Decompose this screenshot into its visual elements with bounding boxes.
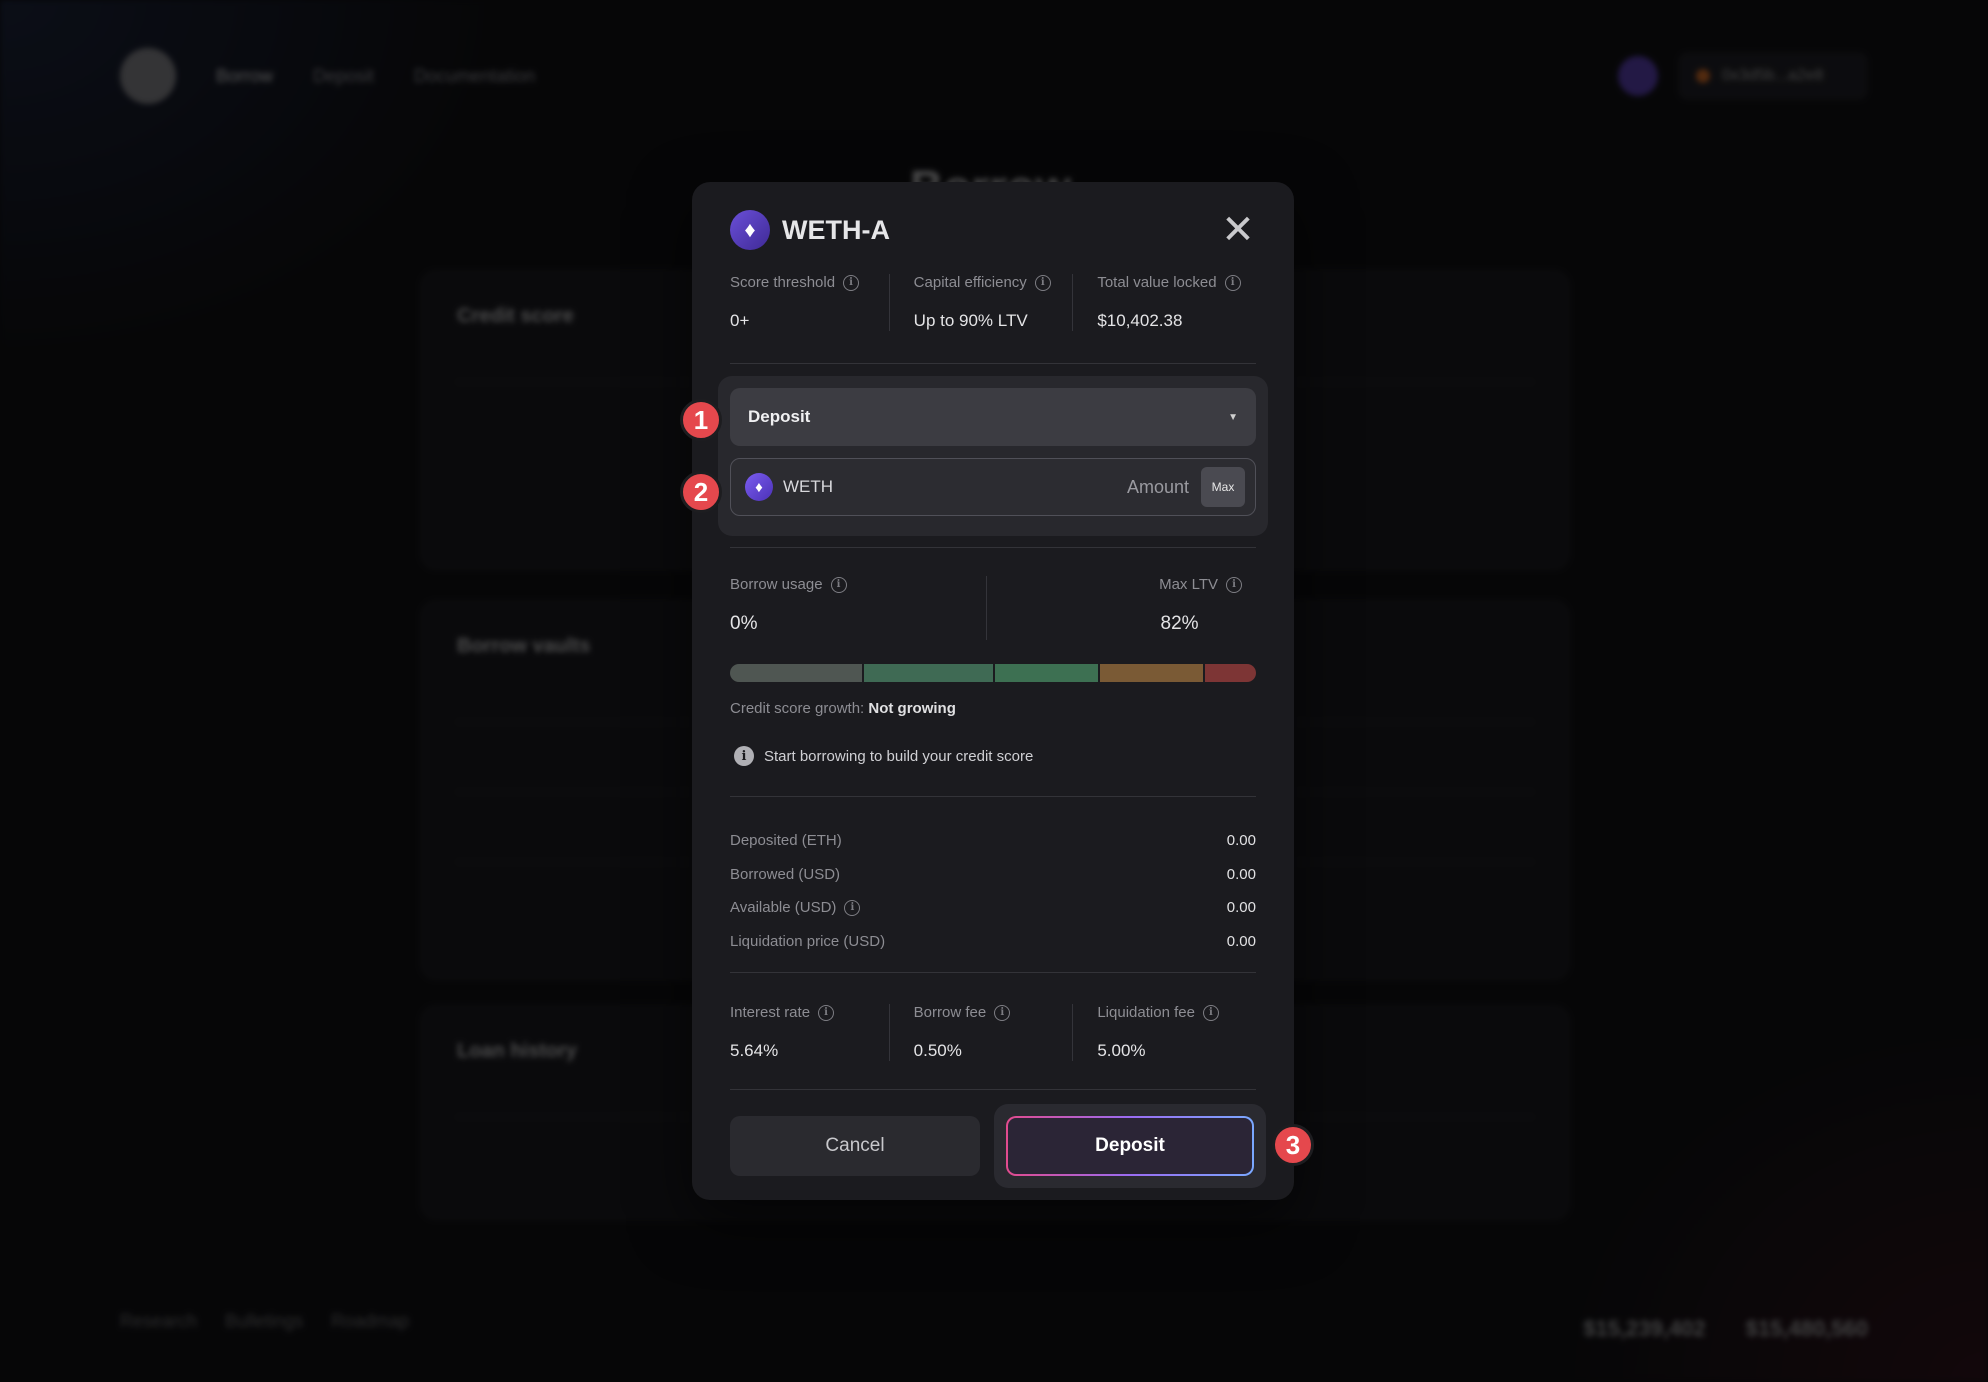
info-icon[interactable]: i [818,1004,835,1021]
step-marker-3: 3 [1272,1124,1314,1166]
borrow-usage-value: 0% [730,613,758,634]
modal-title: WETH-A [782,214,890,245]
borrow-usage-label: Borrow usage [730,576,823,593]
fee-label: Borrow fee [913,1004,987,1021]
usage-row: Borrow usage i 0% Max LTV i 82% [730,576,1256,640]
detail-value: 0.00 [1226,932,1256,950]
step-marker-2: 2 [680,471,722,513]
fee-borrow-fee: Borrow fee i 0.50% [888,1004,1073,1061]
divider [730,1089,1256,1090]
max-ltv-label: Max LTV [1159,576,1218,593]
stat-label: Borrow fee i [914,1004,1073,1021]
vault-stats: Score threshold i 0+ Capital efficiency i … [730,274,1256,331]
max-button[interactable]: Max [1201,467,1245,507]
detail-row: Available (USD) i 0.00 [730,891,1256,925]
fee-interest-rate: Interest rate i 5.64% [730,1004,889,1061]
ethereum-glyph: ♦ [755,478,763,496]
detail-value: 0.00 [1226,832,1256,850]
info-icon: i [734,746,754,766]
stat-label-text: Total value locked [1097,274,1217,291]
detail-label: Liquidation price (USD) [730,932,886,950]
detail-label: Available (USD) [730,899,837,917]
fee-value: 5.00% [1097,1041,1146,1060]
divider [730,972,1256,973]
detail-row: Liquidation price (USD) 0.00 [730,925,1256,959]
amount-input[interactable] [989,476,1189,498]
stat-label: Max LTV i [987,576,1242,593]
credit-growth: Credit score growth: Not growing [730,700,956,717]
stat-label-text: Capital efficiency [913,274,1027,291]
detail-label-wrap: Available (USD) i [730,899,861,917]
stat-label-text: Score threshold [730,274,836,291]
fee-value: 5.64% [730,1041,779,1060]
detail-row: Borrowed (USD) 0.00 [730,858,1256,892]
info-icon[interactable]: i [844,899,861,916]
stat-label: Interest rate i [730,1004,889,1021]
ethereum-glyph: ♦ [744,217,756,242]
modal-actions: Cancel Deposit [730,1104,1266,1188]
action-panel: Deposit ▼ ♦ WETH Max [718,376,1268,536]
fee-stats: Interest rate i 5.64% Borrow fee i 0.50% L… [730,1004,1256,1061]
borrow-usage: Borrow usage i 0% [730,576,986,640]
stat-capital-efficiency: Capital efficiency i Up to 90% LTV [888,274,1073,331]
stat-value: Up to 90% LTV [913,311,1028,330]
max-ltv-value: 82% [1160,613,1199,634]
ltv-progress-bar [730,664,1256,682]
close-button[interactable]: ✕ [1220,210,1256,250]
stat-total-value-locked: Total value locked i $10,402.38 [1072,274,1256,331]
info-icon[interactable]: i [830,576,847,593]
vault-modal: ♦ WETH-A ✕ Score threshold i 0+ Capital e… [692,182,1294,1200]
stat-label: Liquidation fee i [1097,1004,1256,1021]
stat-score-threshold: Score threshold i 0+ [730,274,889,331]
stat-value: 0+ [730,311,750,330]
fee-label: Interest rate [730,1004,811,1021]
modal-header: ♦ WETH-A ✕ [730,208,1256,252]
ltv-segment [730,664,862,682]
detail-value: 0.00 [1226,899,1256,917]
amount-field: ♦ WETH Max [730,458,1256,516]
deposit-highlight: Deposit [994,1104,1266,1188]
cancel-button[interactable]: Cancel [730,1116,980,1176]
ltv-segment [993,664,1099,682]
deposit-button[interactable]: Deposit [1006,1116,1254,1176]
ltv-segment [861,664,993,682]
ltv-segment [1098,664,1204,682]
max-ltv: Max LTV i 82% [985,576,1257,640]
detail-label: Deposited (ETH) [730,832,842,850]
detail-value: 0.00 [1226,865,1256,883]
info-icon[interactable]: i [843,274,860,291]
action-select-value: Deposit [748,407,811,426]
growth-label: Credit score growth: [730,700,865,717]
info-icon[interactable]: i [1226,576,1242,593]
info-icon[interactable]: i [1202,1004,1219,1021]
divider [730,547,1256,548]
stat-label: Total value locked i [1097,274,1256,291]
ethereum-icon: ♦ [730,210,770,250]
fee-liquidation-fee: Liquidation fee i 5.00% [1072,1004,1256,1061]
action-select[interactable]: Deposit ▼ [730,388,1256,446]
growth-value: Not growing [868,700,956,717]
info-notice: i Start borrowing to build your credit sc… [734,746,1033,766]
weth-token-icon: ♦ [745,473,773,501]
notice-text: Start borrowing to build your credit sco… [764,747,1034,765]
step-marker-1: 1 [680,399,722,441]
close-icon: ✕ [1221,208,1255,252]
token-name: WETH [783,477,834,496]
divider [730,796,1256,797]
info-icon[interactable]: i [1034,274,1051,291]
detail-label: Borrowed (USD) [730,865,841,883]
stat-label: Capital efficiency i [914,274,1073,291]
info-icon[interactable]: i [994,1004,1011,1021]
fee-value: 0.50% [913,1041,962,1060]
caret-down-icon: ▼ [1228,411,1238,423]
position-details: Deposited (ETH) 0.00 Borrowed (USD) 0.00 A… [730,824,1256,958]
info-icon[interactable]: i [1224,274,1241,291]
stat-label: Borrow usage i [730,576,986,593]
divider [730,363,1256,364]
stat-label: Score threshold i [730,274,889,291]
detail-row: Deposited (ETH) 0.00 [730,824,1256,858]
ltv-segment [1203,664,1256,682]
stat-value: $10,402.38 [1097,311,1183,330]
fee-label: Liquidation fee [1097,1004,1195,1021]
